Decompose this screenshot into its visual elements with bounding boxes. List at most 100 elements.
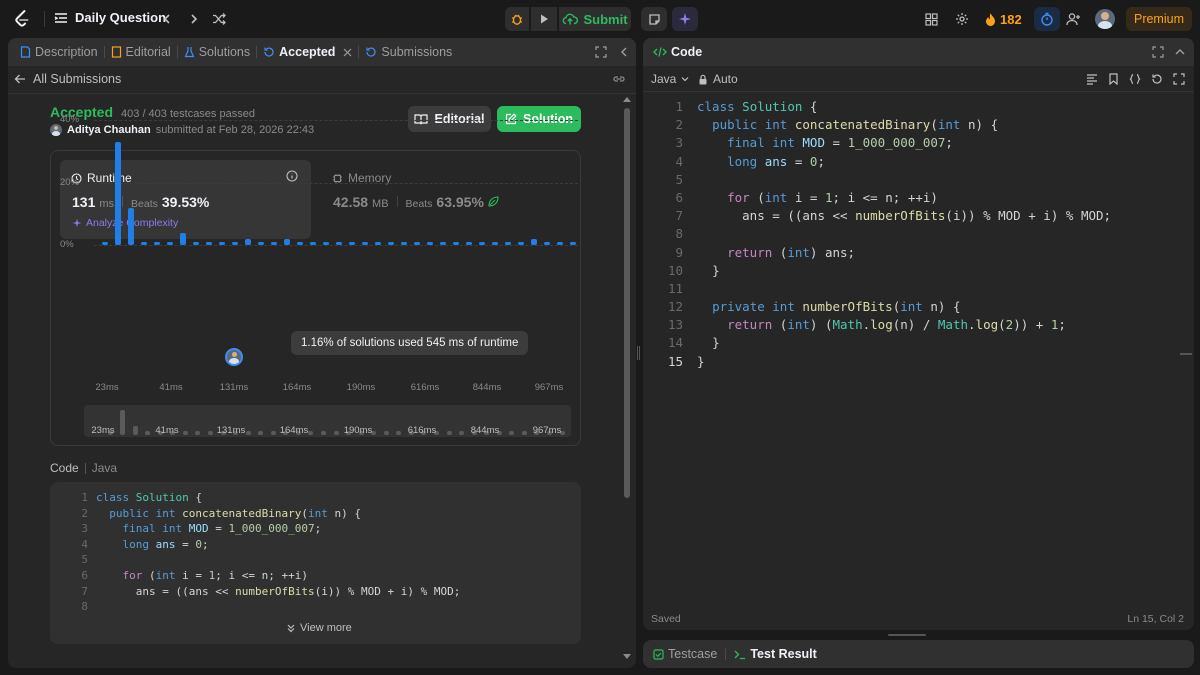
runtime-bar[interactable] — [544, 241, 550, 245]
braces-icon[interactable] — [1129, 73, 1141, 85]
editorial-label: Editorial — [434, 112, 485, 126]
runtime-bar[interactable] — [154, 241, 160, 245]
runtime-bar[interactable] — [414, 241, 420, 245]
runtime-bar[interactable] — [362, 241, 368, 245]
tab-testcase[interactable]: Testcase — [653, 647, 717, 661]
range-selector[interactable]: 23ms 41ms 131ms 164ms 190ms 616ms 844ms 967ms — [84, 405, 571, 437]
all-submissions-link[interactable]: All Submissions — [14, 72, 121, 86]
runtime-bar[interactable] — [336, 241, 342, 245]
user-avatar[interactable] — [50, 124, 62, 136]
tab-test-result[interactable]: Test Result — [734, 647, 817, 661]
runtime-bar[interactable] — [245, 238, 251, 245]
scroll-down-icon[interactable] — [623, 654, 631, 660]
language-value: Java — [651, 72, 677, 86]
runtime-bar[interactable] — [505, 241, 511, 245]
chevron-left-icon[interactable] — [618, 46, 630, 58]
runtime-bar[interactable] — [323, 241, 329, 245]
run-button[interactable] — [531, 7, 557, 31]
fullscreen-icon[interactable] — [1173, 73, 1185, 85]
streak-counter[interactable]: 182 — [984, 10, 1022, 28]
avatar[interactable] — [1095, 9, 1115, 29]
runtime-bar[interactable] — [102, 241, 108, 245]
view-more-button[interactable]: View more — [286, 622, 352, 634]
analyze-complexity-link[interactable]: Analyze Complexity — [72, 217, 178, 229]
link-icon[interactable] — [612, 73, 626, 85]
runtime-bar[interactable] — [518, 241, 524, 245]
runtime-bar[interactable] — [427, 241, 433, 245]
submit-label: Submit — [583, 11, 628, 27]
reset-icon[interactable] — [1151, 73, 1163, 85]
language-select[interactable]: Java — [651, 72, 690, 86]
tab-editorial[interactable]: Editorial — [105, 45, 177, 59]
runtime-bar[interactable] — [375, 241, 381, 245]
runtime-bar[interactable] — [479, 241, 485, 245]
maximize-icon[interactable] — [595, 46, 607, 58]
code-line: long ans = 0; — [122, 537, 209, 551]
invite-button[interactable] — [1064, 10, 1082, 28]
tab-accepted[interactable]: Accepted — [257, 45, 358, 59]
editorial-button[interactable]: Editorial — [408, 106, 491, 132]
leetcode-logo-icon[interactable] — [12, 9, 32, 29]
range-label: 844ms — [470, 425, 500, 436]
panel-resize-handle[interactable] — [637, 346, 640, 360]
vertical-resize-handle[interactable] — [888, 634, 926, 636]
close-icon[interactable] — [343, 48, 352, 57]
runtime-bar[interactable] — [232, 241, 238, 245]
your-submission-marker[interactable] — [225, 348, 243, 366]
runtime-bar[interactable] — [141, 241, 147, 245]
settings-button[interactable] — [953, 10, 971, 28]
submit-button[interactable]: Submit — [559, 7, 631, 31]
runtime-bar[interactable] — [492, 241, 498, 245]
ai-assistant-button[interactable] — [672, 7, 698, 31]
format-icon[interactable] — [1086, 73, 1098, 85]
runtime-bar[interactable] — [401, 241, 407, 245]
runtime-bar[interactable] — [193, 241, 199, 245]
timer-button[interactable] — [1034, 7, 1060, 31]
notes-button[interactable] — [641, 7, 667, 31]
runtime-bar[interactable] — [180, 232, 186, 245]
tab-solutions[interactable]: Solutions — [178, 45, 256, 59]
runtime-bar[interactable] — [297, 241, 303, 245]
prev-problem-button[interactable] — [158, 10, 176, 28]
runtime-bar[interactable] — [570, 241, 576, 245]
runtime-bar[interactable] — [388, 241, 394, 245]
debug-button[interactable] — [505, 7, 529, 31]
maximize-icon[interactable] — [1152, 46, 1164, 58]
code-editor[interactable]: class Solution { public int concatenated… — [697, 98, 1111, 371]
runtime-bar[interactable] — [466, 241, 472, 245]
premium-button[interactable]: Premium — [1126, 7, 1192, 31]
runtime-bar[interactable] — [258, 241, 264, 245]
runtime-bar[interactable] — [128, 207, 134, 245]
runtime-bar[interactable] — [271, 241, 277, 245]
layout-button[interactable] — [922, 10, 940, 28]
tab-code[interactable]: Code — [647, 45, 708, 59]
runtime-bar[interactable] — [167, 241, 173, 245]
autocomplete-toggle[interactable]: Auto — [698, 72, 738, 86]
runtime-unit: ms — [99, 198, 115, 210]
runtime-bar[interactable] — [219, 241, 225, 245]
tab-description[interactable]: Description — [14, 45, 104, 59]
runtime-bar[interactable] — [310, 241, 316, 245]
scrollbar-thumb[interactable] — [624, 108, 630, 498]
scroll-up-icon[interactable] — [623, 96, 631, 102]
problem-list-button[interactable]: Daily Question — [54, 10, 166, 25]
bookmark-icon[interactable] — [1108, 73, 1119, 85]
runtime-bar[interactable] — [557, 241, 563, 245]
user-name[interactable]: Aditya Chauhan — [67, 124, 151, 136]
next-problem-button[interactable] — [185, 10, 203, 28]
info-icon[interactable] — [286, 170, 298, 182]
runtime-bar[interactable] — [206, 241, 212, 245]
memory-card[interactable]: Memory 42.58 MB Beats 63.95% — [321, 160, 571, 239]
x-tick-label: 164ms — [282, 382, 312, 393]
runtime-bar[interactable] — [115, 141, 121, 245]
runtime-bar[interactable] — [284, 238, 290, 245]
runtime-card[interactable]: Runtime 131 ms Beats 39.53% Analyze Comp… — [60, 160, 311, 239]
tab-submissions[interactable]: Submissions — [359, 45, 458, 59]
runtime-bar[interactable] — [440, 241, 446, 245]
random-problem-button[interactable] — [210, 10, 228, 28]
runtime-bar[interactable] — [349, 241, 355, 245]
runtime-bar[interactable] — [453, 241, 459, 245]
chevron-up-icon[interactable] — [1174, 46, 1186, 58]
runtime-bar[interactable] — [531, 238, 537, 245]
post-solution-button[interactable]: Solution — [497, 106, 581, 132]
